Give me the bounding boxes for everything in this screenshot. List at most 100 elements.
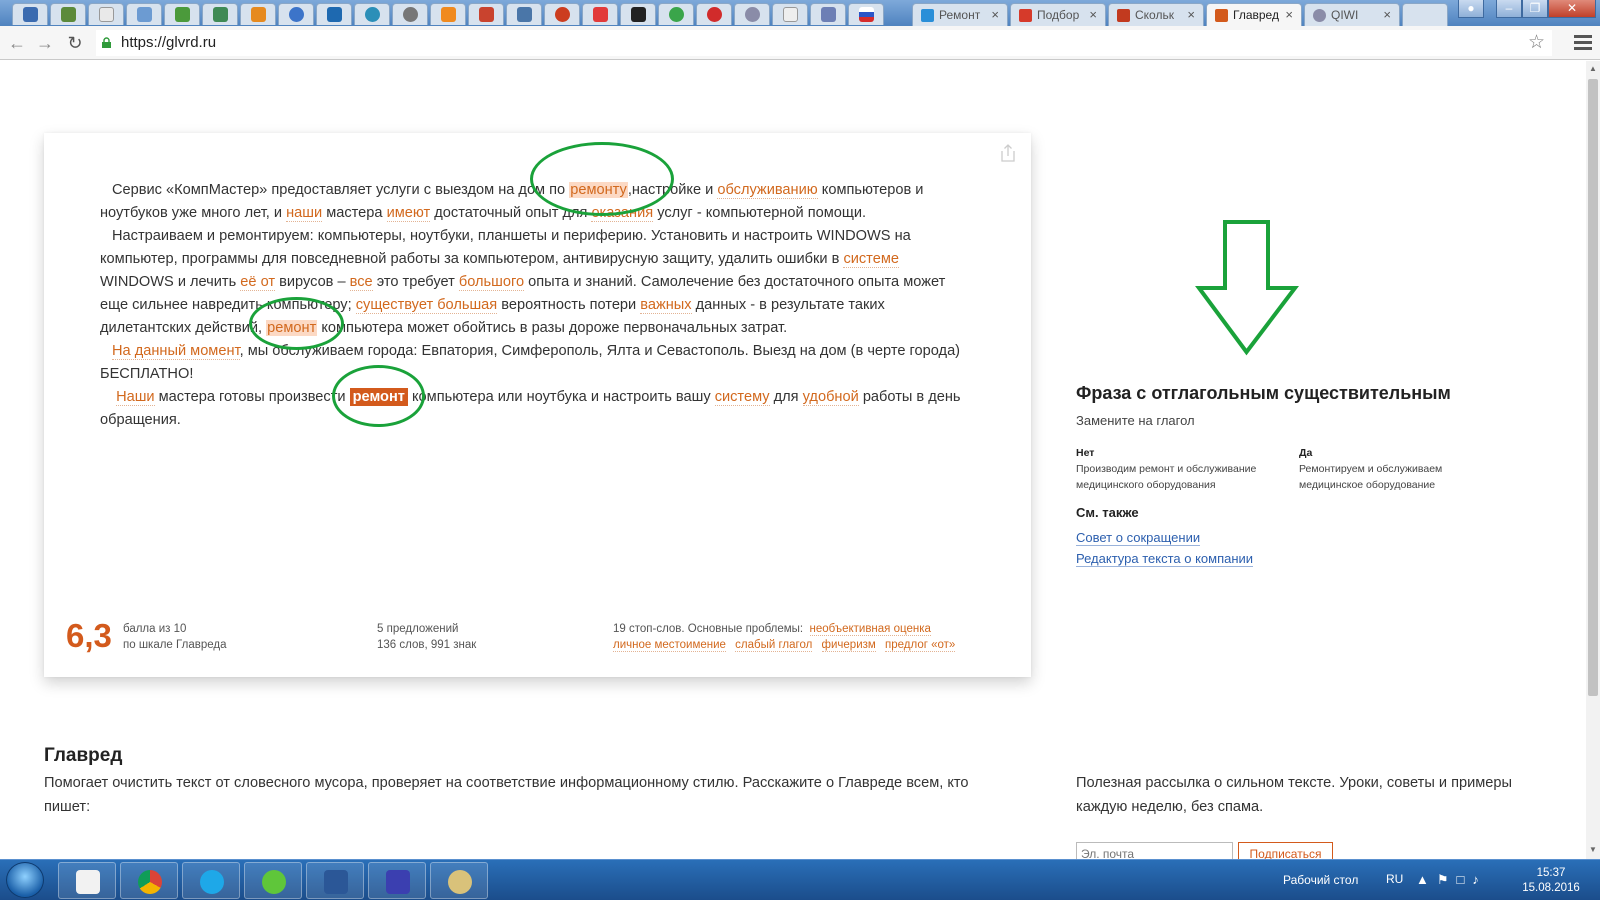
problem-link-weak-verb[interactable]: слабый глагол — [735, 639, 813, 652]
tab-podbor[interactable]: Подбор × — [1010, 3, 1106, 26]
highlighted-word[interactable]: ремонту — [569, 182, 628, 198]
close-tab-icon[interactable]: × — [1285, 7, 1293, 22]
scroll-up-icon[interactable]: ▲ — [1589, 64, 1597, 73]
pinned-tab[interactable] — [848, 3, 884, 25]
highlighted-word[interactable]: существует большая — [355, 297, 498, 314]
text-segment: мастера — [322, 205, 387, 221]
highlighted-word[interactable]: имеют — [386, 205, 431, 222]
highlighted-word[interactable]: системе — [843, 251, 899, 268]
pinned-tab[interactable] — [126, 3, 162, 25]
pinned-tab[interactable] — [734, 3, 770, 25]
language-indicator[interactable]: RU — [1386, 872, 1403, 886]
back-icon[interactable]: ← — [6, 32, 28, 54]
tab-skolko[interactable]: Скольк × — [1108, 3, 1204, 26]
problem-link-preposition-ot[interactable]: предлог «от» — [885, 639, 956, 652]
highlighted-word[interactable]: удобной — [802, 389, 859, 406]
site-icon — [1117, 9, 1130, 22]
highlighted-word[interactable]: все — [349, 274, 373, 291]
clock[interactable]: 15:37 15.08.2016 — [1520, 866, 1582, 896]
editor-text[interactable]: Сервис «КомпМастер» предоставляет услуги… — [100, 179, 976, 432]
close-window-button[interactable]: ✕ — [1548, 0, 1596, 18]
taskbar-icq[interactable] — [244, 862, 302, 899]
pinned-tab[interactable] — [12, 3, 48, 25]
highlighted-word[interactable]: ремонт — [266, 320, 318, 336]
pinned-tab[interactable] — [50, 3, 86, 25]
pinned-tab[interactable] — [240, 3, 276, 25]
highlighted-word[interactable]: На данный момент — [112, 343, 240, 360]
pinned-tab[interactable] — [810, 3, 846, 25]
floppy-disk-icon — [386, 870, 410, 894]
highlighted-word[interactable]: Наши — [116, 389, 155, 406]
subscribe-button[interactable]: Подписаться — [1238, 842, 1333, 859]
bookmark-star-icon[interactable]: ☆ — [1528, 31, 1545, 55]
system-tray-icons[interactable]: ▲⚑□♪ — [1416, 872, 1487, 888]
text-segment: вирусов – — [275, 274, 350, 290]
highlighted-word[interactable]: её от — [240, 274, 276, 291]
tray-arrow-icon[interactable]: ▲ — [1416, 872, 1437, 887]
pinned-tab[interactable] — [88, 3, 124, 25]
pinned-tab[interactable] — [772, 3, 808, 25]
flag-icon[interactable]: ⚑ — [1437, 872, 1457, 887]
pinned-tab[interactable] — [354, 3, 390, 25]
address-bar[interactable]: https://glvrd.ru ☆ — [96, 30, 1552, 56]
pinned-tab[interactable] — [430, 3, 466, 25]
taskbar-explorer[interactable] — [58, 862, 116, 899]
pinned-tab[interactable] — [164, 3, 200, 25]
new-tab-button[interactable] — [1402, 3, 1448, 26]
forward-icon[interactable]: → — [34, 32, 56, 54]
pinned-tab[interactable] — [620, 3, 656, 25]
taskbar-chrome[interactable] — [120, 862, 178, 899]
close-tab-icon[interactable]: × — [1187, 7, 1195, 22]
network-icon[interactable]: □ — [1457, 872, 1473, 887]
start-button[interactable] — [6, 862, 44, 898]
tab-qiwi[interactable]: QIWI × — [1304, 3, 1400, 26]
pinned-tab[interactable] — [468, 3, 504, 25]
pinned-tab[interactable] — [202, 3, 238, 25]
highlighted-word[interactable]: ремонт — [349, 388, 408, 406]
maximize-button[interactable]: ❐ — [1522, 0, 1548, 18]
text-segment: достаточный опыт для — [430, 205, 592, 221]
close-tab-icon[interactable]: × — [1383, 7, 1391, 22]
page-scrollbar[interactable]: ▲ ▼ — [1586, 61, 1600, 859]
tab-remont[interactable]: Ремонт × — [912, 3, 1008, 26]
scroll-down-icon[interactable]: ▼ — [1589, 845, 1597, 854]
pinned-tab[interactable] — [278, 3, 314, 25]
problem-link-featurism[interactable]: фичеризм — [821, 639, 876, 652]
minimize-button[interactable]: – — [1496, 0, 1522, 18]
close-tab-icon[interactable]: × — [1089, 7, 1097, 22]
pinned-tab[interactable] — [506, 3, 542, 25]
reload-icon[interactable]: ↻ — [64, 32, 86, 54]
taskbar-word[interactable] — [306, 862, 364, 899]
highlighted-word[interactable]: большого — [458, 274, 525, 291]
email-input[interactable] — [1076, 842, 1233, 859]
taskbar-paint[interactable] — [430, 862, 488, 899]
see-also-link[interactable]: Совет о сокращении — [1076, 530, 1201, 546]
highlighted-word[interactable]: важных — [640, 297, 692, 314]
page-content: Сервис «КомпМастер» предоставляет услуги… — [0, 61, 1586, 859]
highlighted-word[interactable]: оказания — [591, 205, 654, 222]
share-icon[interactable] — [999, 143, 1017, 163]
scrollbar-thumb[interactable] — [1588, 79, 1598, 696]
highlighted-word[interactable]: обслуживанию — [717, 182, 818, 199]
pinned-tab[interactable] — [392, 3, 428, 25]
pinned-tab[interactable] — [316, 3, 352, 25]
close-tab-icon[interactable]: × — [991, 7, 999, 22]
taskbar-save-app[interactable] — [368, 862, 426, 899]
tab-glavred[interactable]: Главред × — [1206, 3, 1302, 26]
problem-link-biased-assessment[interactable]: необъективная оценка — [809, 623, 931, 636]
user-icon[interactable]: ● — [1458, 0, 1484, 18]
highlighted-word[interactable]: систему — [714, 389, 770, 406]
volume-icon[interactable]: ♪ — [1472, 872, 1487, 887]
problem-link-personal-pronoun[interactable]: личное местоимение — [613, 639, 726, 652]
menu-icon[interactable] — [1574, 33, 1592, 53]
desktop-toolbar-label[interactable]: Рабочий стол — [1283, 873, 1358, 887]
pinned-tab[interactable] — [658, 3, 694, 25]
see-also-link[interactable]: Редактура текста о компании — [1076, 551, 1254, 567]
browser-toolbar: ← → ↻ https://glvrd.ru ☆ — [0, 26, 1600, 60]
text-segment: услуг - компьютерной помощи. — [653, 205, 867, 221]
pinned-tab[interactable] — [544, 3, 580, 25]
taskbar-skype[interactable] — [182, 862, 240, 899]
pinned-tab[interactable] — [696, 3, 732, 25]
pinned-tab[interactable] — [582, 3, 618, 25]
highlighted-word[interactable]: наши — [286, 205, 323, 222]
